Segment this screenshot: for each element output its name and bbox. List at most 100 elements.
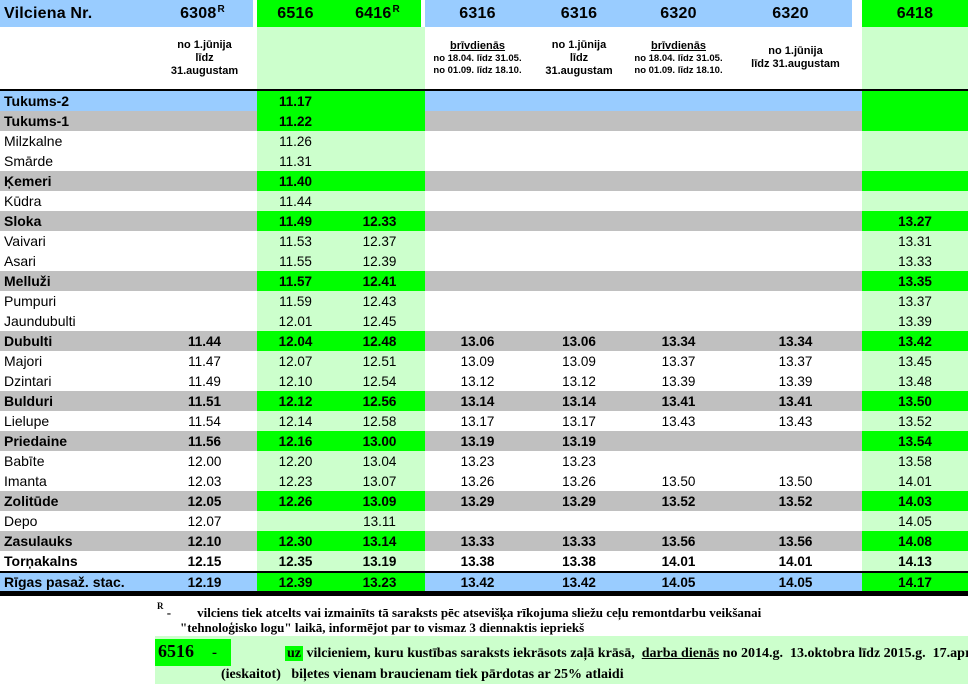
time-cell (729, 271, 862, 291)
time-cell (530, 511, 628, 531)
time-cell: 14.05 (729, 573, 862, 591)
time-cell: 12.37 (334, 231, 425, 251)
time-cell: 12.45 (334, 311, 425, 331)
time-cell (729, 291, 862, 311)
validity-note-col4: brīvdienāsno 18.04. līdz 31.05.no 01.09.… (425, 27, 530, 89)
time-cell: 12.05 (152, 491, 257, 511)
time-cell: 14.01 (862, 471, 968, 491)
time-cell: 12.01 (257, 311, 334, 331)
station-name: Asari (0, 251, 152, 271)
time-cell: 12.03 (152, 471, 257, 491)
time-cell: 12.39 (257, 573, 334, 591)
time-cell: 13.17 (425, 411, 530, 431)
time-cell: 13.06 (425, 331, 530, 351)
time-cell: 13.04 (334, 451, 425, 471)
time-cell: 14.03 (862, 491, 968, 511)
time-cell: 11.17 (257, 91, 334, 111)
time-cell (152, 271, 257, 291)
time-cell (862, 191, 968, 211)
time-cell (729, 211, 862, 231)
time-cell: 13.56 (628, 531, 729, 551)
station-name: Ķemeri (0, 171, 152, 191)
validity-note-col8 (862, 27, 968, 89)
time-cell: 12.23 (257, 471, 334, 491)
station-row-bulduri: Bulduri11.5112.1212.5613.1413.1413.4113.… (0, 391, 968, 411)
train-number-col4: 6316 (425, 0, 530, 27)
train-number-col1: 6308R (152, 0, 257, 27)
time-cell (334, 191, 425, 211)
time-cell: 14.01 (729, 551, 862, 571)
time-cell: 13.26 (425, 471, 530, 491)
time-cell: 13.41 (628, 391, 729, 411)
time-cell: 13.52 (862, 411, 968, 431)
time-cell (729, 431, 862, 451)
time-cell (729, 251, 862, 271)
time-cell: 11.44 (257, 191, 334, 211)
time-cell: 13.43 (729, 411, 862, 431)
time-cell: 13.12 (425, 371, 530, 391)
time-cell: 12.07 (257, 351, 334, 371)
station-name: Dzintari (0, 371, 152, 391)
time-cell: 13.26 (530, 471, 628, 491)
time-cell: 13.50 (628, 471, 729, 491)
time-cell (334, 91, 425, 111)
validity-note-col2 (257, 27, 334, 89)
time-cell: 13.07 (334, 471, 425, 491)
time-cell (530, 171, 628, 191)
time-cell: 13.17 (530, 411, 628, 431)
time-cell: 13.38 (425, 551, 530, 571)
time-cell: 13.29 (425, 491, 530, 511)
station-row-sm-rde: Smārde11.31 (0, 151, 968, 171)
subheader-empty-cell (0, 27, 152, 89)
time-cell: 11.56 (152, 431, 257, 451)
station-row--emeri: Ķemeri11.40 (0, 171, 968, 191)
time-cell: 12.14 (257, 411, 334, 431)
time-cell (530, 311, 628, 331)
time-cell (334, 171, 425, 191)
footnote-remont: R -vilciens tiek atcelts vai izmainīts t… (0, 602, 968, 636)
time-cell: 13.52 (628, 491, 729, 511)
station-row-priedaine: Priedaine11.5612.1613.0013.1913.1913.54 (0, 431, 968, 451)
station-row-pumpuri: Pumpuri11.5912.4313.37 (0, 291, 968, 311)
time-cell (729, 311, 862, 331)
discount-text-2: no 2014.g. 13.oktobra līdz 2015.g. 17.ap… (719, 646, 968, 661)
time-cell (425, 271, 530, 291)
validity-note-col3 (334, 27, 425, 89)
time-cell: 12.41 (334, 271, 425, 291)
station-name: Kūdra (0, 191, 152, 211)
time-cell: 13.14 (334, 531, 425, 551)
time-cell: 11.26 (257, 131, 334, 151)
time-cell: 13.54 (862, 431, 968, 451)
time-cell: 13.42 (530, 573, 628, 591)
time-cell: 11.51 (152, 391, 257, 411)
time-cell: 13.58 (862, 451, 968, 471)
time-cell (862, 111, 968, 131)
time-cell (628, 111, 729, 131)
time-cell (862, 91, 968, 111)
validity-notes-row: no 1.jūnijalīdz31.augustambrīvdienāsno 1… (0, 27, 968, 89)
time-cell (862, 131, 968, 151)
time-cell: 13.56 (729, 531, 862, 551)
time-cell: 14.05 (862, 511, 968, 531)
time-cell: 11.44 (152, 331, 257, 351)
train-6516-highlight: 6516- (155, 639, 231, 666)
time-cell (334, 131, 425, 151)
station-name: Torņakalns (0, 551, 152, 571)
time-cell (530, 151, 628, 171)
time-cell: 11.49 (257, 211, 334, 231)
time-cell (530, 231, 628, 251)
time-cell: 14.17 (862, 573, 968, 591)
time-cell (628, 511, 729, 531)
time-cell: 13.34 (628, 331, 729, 351)
time-cell (425, 171, 530, 191)
time-cell (628, 311, 729, 331)
time-cell: 13.33 (530, 531, 628, 551)
time-cell: 13.52 (729, 491, 862, 511)
station-row-depo: Depo12.0713.1114.05 (0, 511, 968, 531)
station-row-dzintari: Dzintari11.4912.1012.5413.1213.1213.3913… (0, 371, 968, 391)
time-cell (628, 451, 729, 471)
time-cell (152, 111, 257, 131)
time-cell: 11.53 (257, 231, 334, 251)
station-name: Milzkalne (0, 131, 152, 151)
station-name: Imanta (0, 471, 152, 491)
